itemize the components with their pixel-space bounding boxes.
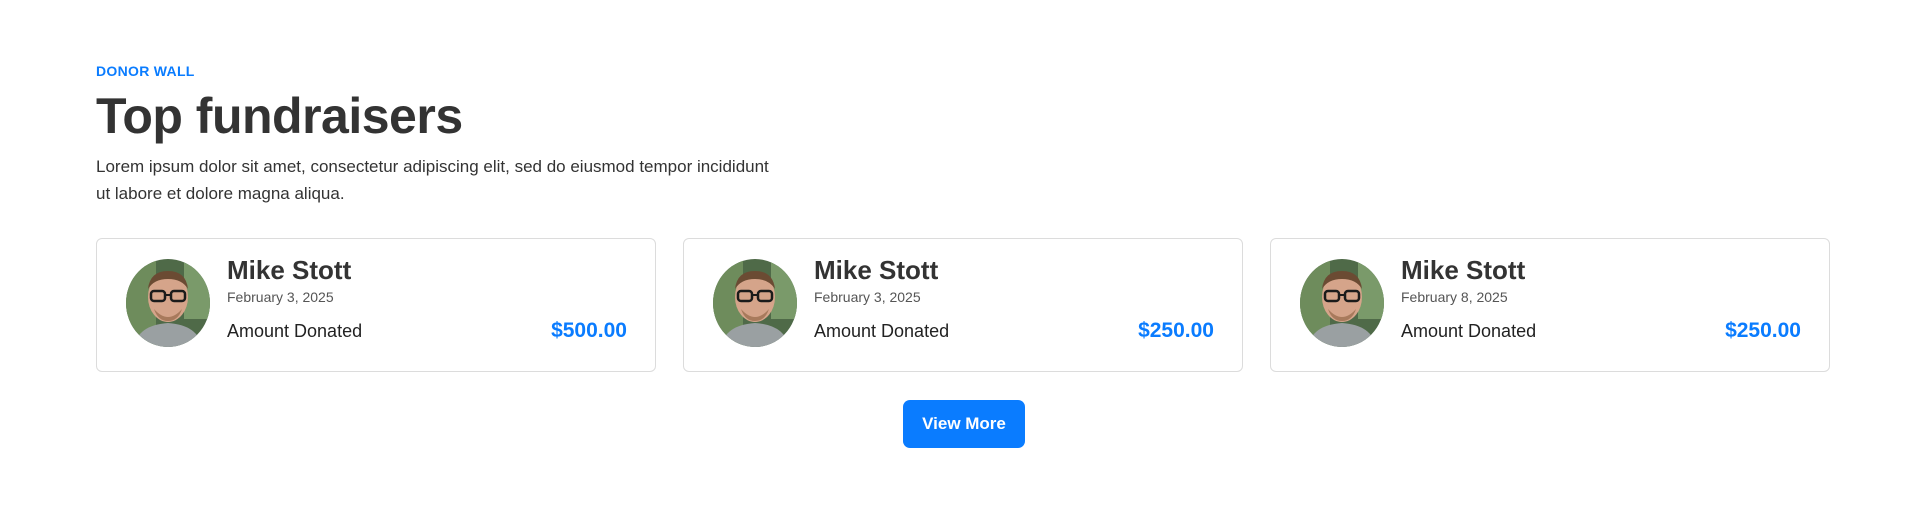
section-description: Lorem ipsum dolor sit amet, consectetur … xyxy=(96,157,769,203)
amount-value: $500.00 xyxy=(551,319,627,342)
fundraiser-card: Mike Stott February 3, 2025 Amount Donat… xyxy=(96,238,656,372)
amount-value: $250.00 xyxy=(1138,319,1214,342)
view-more-button[interactable]: View More xyxy=(903,400,1025,448)
fundraiser-cards: Mike Stott February 3, 2025 Amount Donat… xyxy=(96,238,1830,372)
amount-value: $250.00 xyxy=(1725,319,1801,342)
avatar-photo xyxy=(126,259,210,347)
donation-date: February 3, 2025 xyxy=(227,289,334,305)
fundraiser-card: Mike Stott February 3, 2025 Amount Donat… xyxy=(683,238,1243,372)
section-eyebrow: DONOR WALL xyxy=(96,63,195,79)
amount-row: Amount Donated $500.00 xyxy=(227,319,627,343)
avatar xyxy=(1300,259,1384,347)
fundraiser-name: Mike Stott xyxy=(227,255,352,285)
avatar xyxy=(713,259,797,347)
fundraiser-name: Mike Stott xyxy=(814,255,939,285)
fundraiser-card: Mike Stott February 8, 2025 Amount Donat… xyxy=(1270,238,1830,372)
donor-wall-section: DONOR WALL Top fundraisers Lorem ipsum d… xyxy=(0,0,1920,519)
page-title: Top fundraisers xyxy=(96,88,463,144)
donation-date: February 3, 2025 xyxy=(814,289,921,305)
amount-label: Amount Donated xyxy=(814,321,950,341)
avatar xyxy=(126,259,210,347)
avatar-photo xyxy=(1300,259,1384,347)
fundraiser-name: Mike Stott xyxy=(1401,255,1526,285)
amount-row: Amount Donated $250.00 xyxy=(814,319,1214,343)
amount-label: Amount Donated xyxy=(1401,321,1537,341)
donation-date: February 8, 2025 xyxy=(1401,289,1508,305)
amount-row: Amount Donated $250.00 xyxy=(1401,319,1801,343)
amount-label: Amount Donated xyxy=(227,321,363,341)
avatar-photo xyxy=(713,259,797,347)
